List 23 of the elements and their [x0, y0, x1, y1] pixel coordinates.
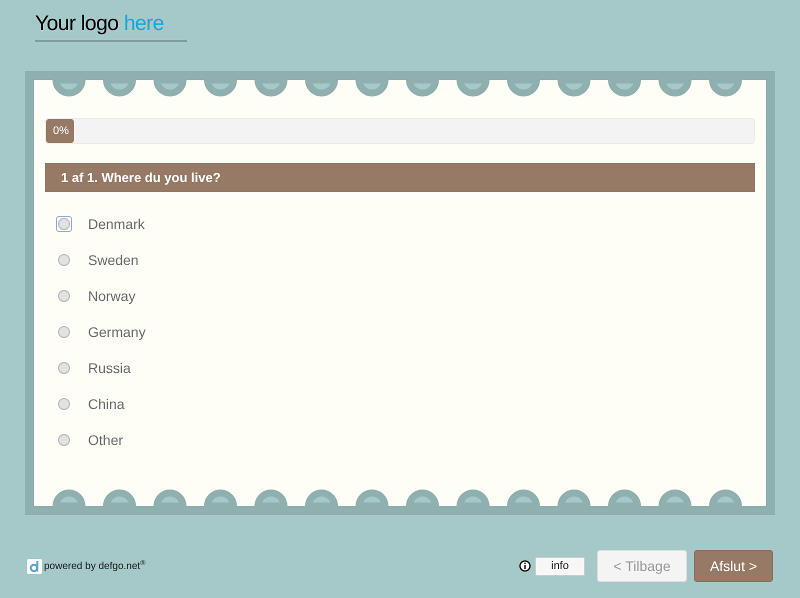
defgo-logo-icon: [27, 558, 42, 574]
radio-button[interactable]: [57, 361, 71, 375]
radio-button[interactable]: [57, 325, 71, 339]
finish-button[interactable]: Afslut >: [694, 550, 773, 582]
progress-label: 0%: [52, 124, 69, 139]
radio-option[interactable]: Germany: [57, 321, 146, 343]
radio-button[interactable]: [57, 217, 71, 231]
powered-by-text: powered by defgo.net$^{®}$: [44, 559, 146, 574]
logo: Your logo here: [35, 11, 187, 42]
radio-button[interactable]: [57, 433, 71, 447]
radio-option[interactable]: Other: [57, 429, 124, 451]
radio-button[interactable]: [57, 397, 71, 411]
back-button[interactable]: < Tilbage: [597, 550, 687, 582]
radio-option[interactable]: Sweden: [57, 249, 139, 271]
info-button[interactable]: info: [535, 556, 585, 576]
radio-button[interactable]: [57, 253, 71, 267]
question-header: 1 af 1. Where du you live?: [45, 163, 755, 192]
radio-option[interactable]: Russia: [57, 357, 131, 379]
info-icon: [519, 560, 531, 572]
radio-option[interactable]: China: [57, 393, 125, 415]
radio-option[interactable]: Denmark: [57, 213, 145, 235]
radio-button[interactable]: [57, 289, 71, 303]
radio-option[interactable]: Norway: [57, 285, 136, 307]
